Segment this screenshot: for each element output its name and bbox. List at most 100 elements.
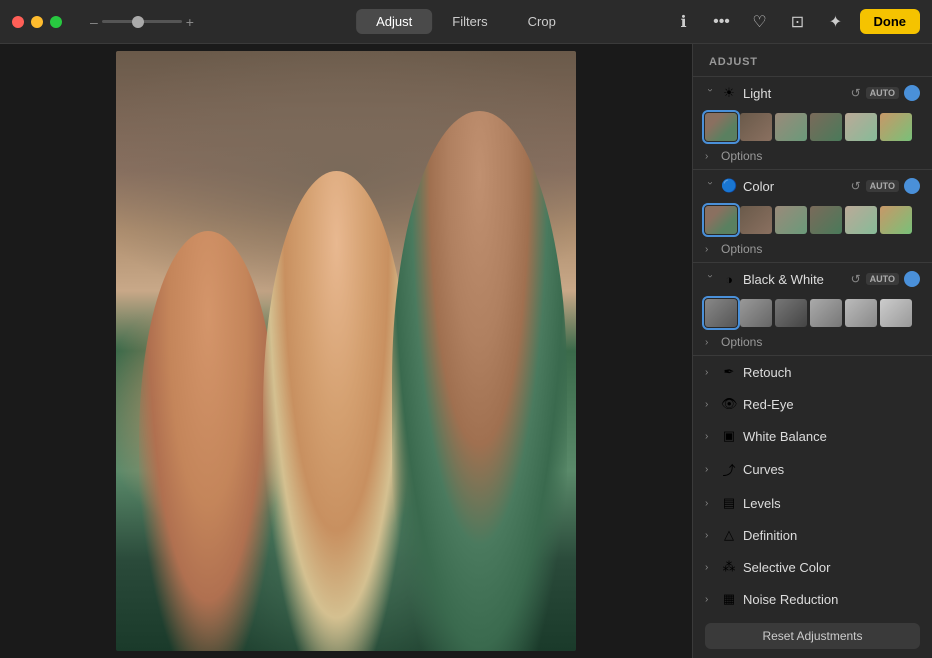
retouch-row[interactable]: › ✒ Retouch bbox=[693, 356, 932, 388]
titlebar: – + Adjust Filters Crop ℹ ••• ♡ ⊡ ✦ Done bbox=[0, 0, 932, 44]
bw-toggle[interactable] bbox=[904, 271, 920, 287]
close-button[interactable] bbox=[12, 16, 24, 28]
light-toggle[interactable] bbox=[904, 85, 920, 101]
bw-auto-badge[interactable]: AUTO bbox=[866, 273, 899, 285]
bw-thumb-1[interactable] bbox=[740, 299, 772, 327]
tab-filters[interactable]: Filters bbox=[432, 9, 507, 34]
color-thumb-2[interactable] bbox=[775, 206, 807, 234]
color-auto-badge[interactable]: AUTO bbox=[866, 180, 899, 192]
light-thumb-4[interactable] bbox=[845, 113, 877, 141]
definition-chevron: › bbox=[705, 530, 715, 541]
bw-thumb-4[interactable] bbox=[845, 299, 877, 327]
bw-thumb-3[interactable] bbox=[810, 299, 842, 327]
noisereduction-label: Noise Reduction bbox=[743, 592, 920, 607]
bw-options-row[interactable]: › Options bbox=[693, 333, 932, 355]
color-undo-icon[interactable]: ↺ bbox=[851, 179, 861, 193]
light-thumb-5[interactable] bbox=[880, 113, 912, 141]
minimize-button[interactable] bbox=[31, 16, 43, 28]
light-undo-icon[interactable]: ↺ bbox=[851, 86, 861, 100]
light-thumb-2[interactable] bbox=[775, 113, 807, 141]
brightness-plus-icon: + bbox=[186, 14, 194, 30]
curves-icon: ⤴ bbox=[721, 460, 737, 479]
bw-header[interactable]: › ◑ Black & White ↺ AUTO bbox=[693, 263, 932, 295]
slider-thumb bbox=[132, 16, 144, 28]
reset-adjustments-button[interactable]: Reset Adjustments bbox=[705, 623, 920, 649]
noisereduction-row[interactable]: › ▦ Noise Reduction bbox=[693, 583, 932, 615]
selectivecolor-icon: ⁂ bbox=[721, 559, 737, 575]
window-controls: – + bbox=[12, 14, 194, 30]
color-header[interactable]: › 🔵 Color ↺ AUTO bbox=[693, 170, 932, 202]
color-thumb-3[interactable] bbox=[810, 206, 842, 234]
light-thumb-3[interactable] bbox=[810, 113, 842, 141]
color-options-chevron: › bbox=[705, 244, 715, 255]
light-header[interactable]: › ☀ Light ↺ AUTO bbox=[693, 77, 932, 109]
info-icon[interactable]: ℹ bbox=[670, 8, 698, 36]
color-section: › 🔵 Color ↺ AUTO › Options bbox=[693, 170, 932, 263]
tab-crop[interactable]: Crop bbox=[508, 9, 576, 34]
light-controls: ↺ AUTO bbox=[851, 85, 920, 101]
main-content: ADJUST › ☀ Light ↺ AUTO bbox=[0, 44, 932, 658]
traffic-lights bbox=[12, 16, 62, 28]
magic-icon[interactable]: ✦ bbox=[822, 8, 850, 36]
redeye-icon: 👁 bbox=[721, 396, 737, 412]
definition-row[interactable]: › △ Definition bbox=[693, 519, 932, 551]
tab-adjust[interactable]: Adjust bbox=[356, 9, 432, 34]
color-toggle[interactable] bbox=[904, 178, 920, 194]
bw-undo-icon[interactable]: ↺ bbox=[851, 272, 861, 286]
bw-options-chevron: › bbox=[705, 337, 715, 348]
done-button[interactable]: Done bbox=[860, 9, 921, 34]
light-options-row[interactable]: › Options bbox=[693, 147, 932, 169]
noisereduction-chevron: › bbox=[705, 594, 715, 605]
light-chevron: › bbox=[705, 88, 716, 98]
light-options-label: Options bbox=[721, 149, 762, 163]
color-thumb-5[interactable] bbox=[880, 206, 912, 234]
light-thumbs bbox=[693, 109, 932, 147]
light-auto-badge[interactable]: AUTO bbox=[866, 87, 899, 99]
light-options-chevron: › bbox=[705, 151, 715, 162]
color-thumb-0[interactable] bbox=[705, 206, 737, 234]
definition-icon: △ bbox=[721, 527, 737, 543]
whitebalance-row[interactable]: › ▣ White Balance bbox=[693, 420, 932, 452]
bw-thumb-0[interactable] bbox=[705, 299, 737, 327]
brightness-slider[interactable]: – + bbox=[90, 14, 194, 30]
light-thumb-0[interactable] bbox=[705, 113, 737, 141]
adjust-panel: ADJUST › ☀ Light ↺ AUTO bbox=[692, 44, 932, 658]
bw-thumb-5[interactable] bbox=[880, 299, 912, 327]
more-icon[interactable]: ••• bbox=[708, 8, 736, 36]
whitebalance-icon: ▣ bbox=[721, 428, 737, 444]
curves-chevron: › bbox=[705, 464, 715, 475]
color-icon: 🔵 bbox=[721, 178, 737, 194]
color-options-row[interactable]: › Options bbox=[693, 240, 932, 262]
redeye-row[interactable]: › 👁 Red-Eye bbox=[693, 388, 932, 420]
curves-label: Curves bbox=[743, 462, 920, 477]
levels-chevron: › bbox=[705, 498, 715, 509]
tab-bar: Adjust Filters Crop bbox=[356, 9, 576, 34]
fullscreen-button[interactable] bbox=[50, 16, 62, 28]
panel-title: ADJUST bbox=[693, 44, 932, 77]
color-thumb-4[interactable] bbox=[845, 206, 877, 234]
levels-row[interactable]: › ▤ Levels bbox=[693, 487, 932, 519]
color-thumbs bbox=[693, 202, 932, 240]
color-controls: ↺ AUTO bbox=[851, 178, 920, 194]
selectivecolor-row[interactable]: › ⁂ Selective Color bbox=[693, 551, 932, 583]
bw-thumbs bbox=[693, 295, 932, 333]
crop-icon[interactable]: ⊡ bbox=[784, 8, 812, 36]
light-thumb-1[interactable] bbox=[740, 113, 772, 141]
selectivecolor-label: Selective Color bbox=[743, 560, 920, 575]
retouch-label: Retouch bbox=[743, 365, 920, 380]
color-thumb-1[interactable] bbox=[740, 206, 772, 234]
curves-row[interactable]: › ⤴ Curves bbox=[693, 452, 932, 487]
photo-area bbox=[0, 44, 692, 658]
retouch-icon: ✒ bbox=[721, 364, 737, 380]
bw-label: Black & White bbox=[743, 272, 845, 287]
bw-options-label: Options bbox=[721, 335, 762, 349]
levels-icon: ▤ bbox=[721, 495, 737, 511]
bw-icon: ◑ bbox=[721, 272, 737, 287]
bw-controls: ↺ AUTO bbox=[851, 271, 920, 287]
redeye-label: Red-Eye bbox=[743, 397, 920, 412]
heart-icon[interactable]: ♡ bbox=[746, 8, 774, 36]
whitebalance-chevron: › bbox=[705, 431, 715, 442]
bw-thumb-2[interactable] bbox=[775, 299, 807, 327]
bw-section: › ◑ Black & White ↺ AUTO › Options bbox=[693, 263, 932, 356]
color-label: Color bbox=[743, 179, 845, 194]
